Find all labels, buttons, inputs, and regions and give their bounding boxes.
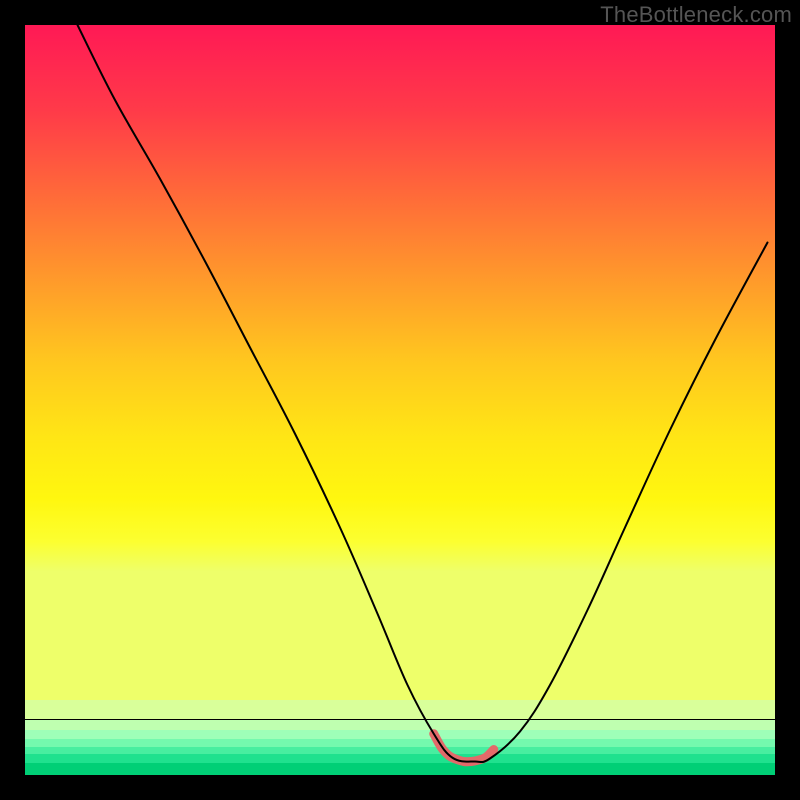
- plot-area: [25, 25, 775, 775]
- chart-frame: TheBottleneck.com: [0, 0, 800, 800]
- watermark-text: TheBottleneck.com: [600, 2, 792, 28]
- curve-layer: [25, 25, 775, 775]
- bottleneck-curve-path: [78, 25, 768, 762]
